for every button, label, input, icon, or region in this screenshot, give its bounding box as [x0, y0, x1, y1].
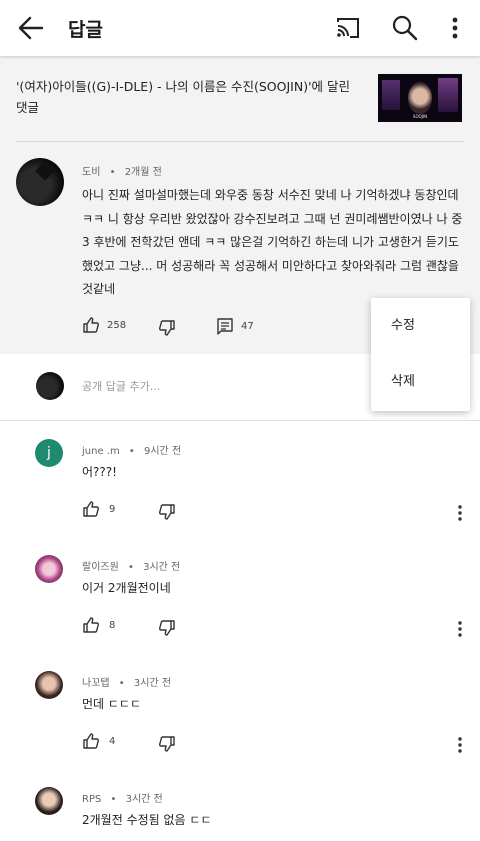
reply-button[interactable]: 47 [216, 317, 254, 335]
search-icon[interactable] [390, 13, 420, 43]
like-count: 4 [109, 735, 116, 747]
comment-meta: 도비 • 2개월 전 [82, 163, 162, 178]
comment-text: 어???! [82, 465, 117, 479]
reply-comment-icon [217, 318, 233, 335]
app-bar: 답글 [0, 0, 480, 56]
meta-separator: • [109, 167, 116, 178]
author-name[interactable]: june .m [82, 446, 120, 457]
comment-meta: 랄이즈원 • 3시간 전 [82, 558, 180, 573]
dislike-button[interactable] [158, 503, 176, 521]
like-count: 9 [109, 503, 116, 515]
meta-separator: • [118, 678, 125, 689]
comment-text: 이거 2개월전이네 [82, 581, 171, 595]
video-thumbnail[interactable]: SOOJIN [378, 74, 462, 122]
like-button[interactable]: 4 [82, 732, 115, 750]
comment-meta: RPS • 3시간 전 [82, 790, 163, 805]
avatar[interactable] [35, 671, 63, 699]
comment-options-menu: 수정 삭제 [371, 298, 470, 411]
thumb-up-icon [83, 617, 99, 633]
page-title: 답글 [68, 19, 103, 41]
author-name[interactable]: 나꼬탭 [82, 678, 110, 689]
author-name[interactable]: 랄이즈원 [82, 562, 119, 573]
list-item: RPS • 3시간 전 2개월전 수정됨 없음 ㄷㄷ [0, 769, 480, 841]
comment-time: 3시간 전 [143, 562, 181, 573]
author-name[interactable]: 도비 [82, 167, 100, 178]
thumb-up-icon [83, 501, 99, 517]
thumbnail-light-right [438, 78, 458, 112]
menu-item-edit[interactable]: 수정 [371, 298, 470, 354]
comment-meta: 나꼬탭 • 3시간 전 [82, 674, 171, 689]
dislike-button[interactable] [158, 319, 176, 337]
like-count: 8 [109, 619, 116, 631]
comment-text: 먼데 ㄷㄷㄷ [82, 697, 142, 711]
comment-text: 아니 진짜 설마설마했는데 와우중 동창 서수진 맞네 나 기억하겠냐 동창인데… [82, 188, 463, 296]
thumb-down-icon [159, 620, 175, 636]
like-button[interactable]: 258 [82, 316, 126, 334]
author-name[interactable]: RPS [82, 794, 101, 805]
video-info-header[interactable]: '(여자)아이들((G)-I-DLE) - 나의 이름은 수진(SOOJIN)'… [0, 56, 480, 144]
like-button[interactable]: 9 [82, 500, 115, 518]
comment-time: 2개월 전 [124, 167, 162, 178]
avatar[interactable] [35, 787, 63, 815]
reply-count: 47 [241, 320, 254, 332]
add-reply-input[interactable]: 공개 답글 추가... [82, 378, 160, 394]
meta-separator: • [128, 446, 135, 457]
like-button[interactable]: 8 [82, 616, 115, 634]
more-vert-icon[interactable] [440, 13, 470, 43]
more-vert-icon[interactable] [452, 503, 468, 523]
thumbnail-light-left [382, 80, 400, 110]
comment-time: 3시간 전 [133, 678, 172, 689]
dislike-button[interactable] [158, 735, 176, 753]
comment-text: 2개월전 수정됨 없음 ㄷㄷ [82, 813, 212, 827]
avatar[interactable] [16, 158, 64, 206]
thumb-down-icon [159, 504, 175, 520]
cast-icon[interactable] [334, 14, 362, 42]
thumbnail-caption: SOOJIN [412, 114, 428, 119]
avatar[interactable]: j [35, 439, 63, 467]
meta-separator: • [110, 794, 117, 805]
thumb-up-icon [83, 733, 99, 749]
list-item: 나꼬탭 • 3시간 전 먼데 ㄷㄷㄷ 4 [0, 653, 480, 769]
video-title: '(여자)아이들((G)-I-DLE) - 나의 이름은 수진(SOOJIN)'… [16, 79, 350, 115]
thumb-up-icon [83, 317, 99, 333]
list-item: 랄이즈원 • 3시간 전 이거 2개월전이네 8 [0, 537, 480, 653]
like-count: 258 [107, 319, 127, 331]
more-vert-icon[interactable] [452, 735, 468, 755]
avatar[interactable] [35, 555, 63, 583]
back-arrow-icon[interactable] [14, 12, 48, 44]
thumb-down-icon [159, 736, 175, 752]
header-divider [16, 141, 464, 142]
thumbnail-face [408, 82, 432, 114]
comment-time: 9시간 전 [144, 446, 182, 457]
menu-item-delete[interactable]: 삭제 [371, 354, 470, 410]
thumb-down-icon [159, 320, 175, 336]
meta-separator: • [128, 562, 134, 573]
avatar [36, 372, 64, 400]
list-item: j june .m • 9시간 전 어???! 9 [0, 421, 480, 537]
comment-time: 3시간 전 [125, 794, 163, 805]
dislike-button[interactable] [158, 619, 176, 637]
comment-meta: june .m • 9시간 전 [82, 442, 181, 457]
more-vert-icon[interactable] [452, 619, 468, 639]
